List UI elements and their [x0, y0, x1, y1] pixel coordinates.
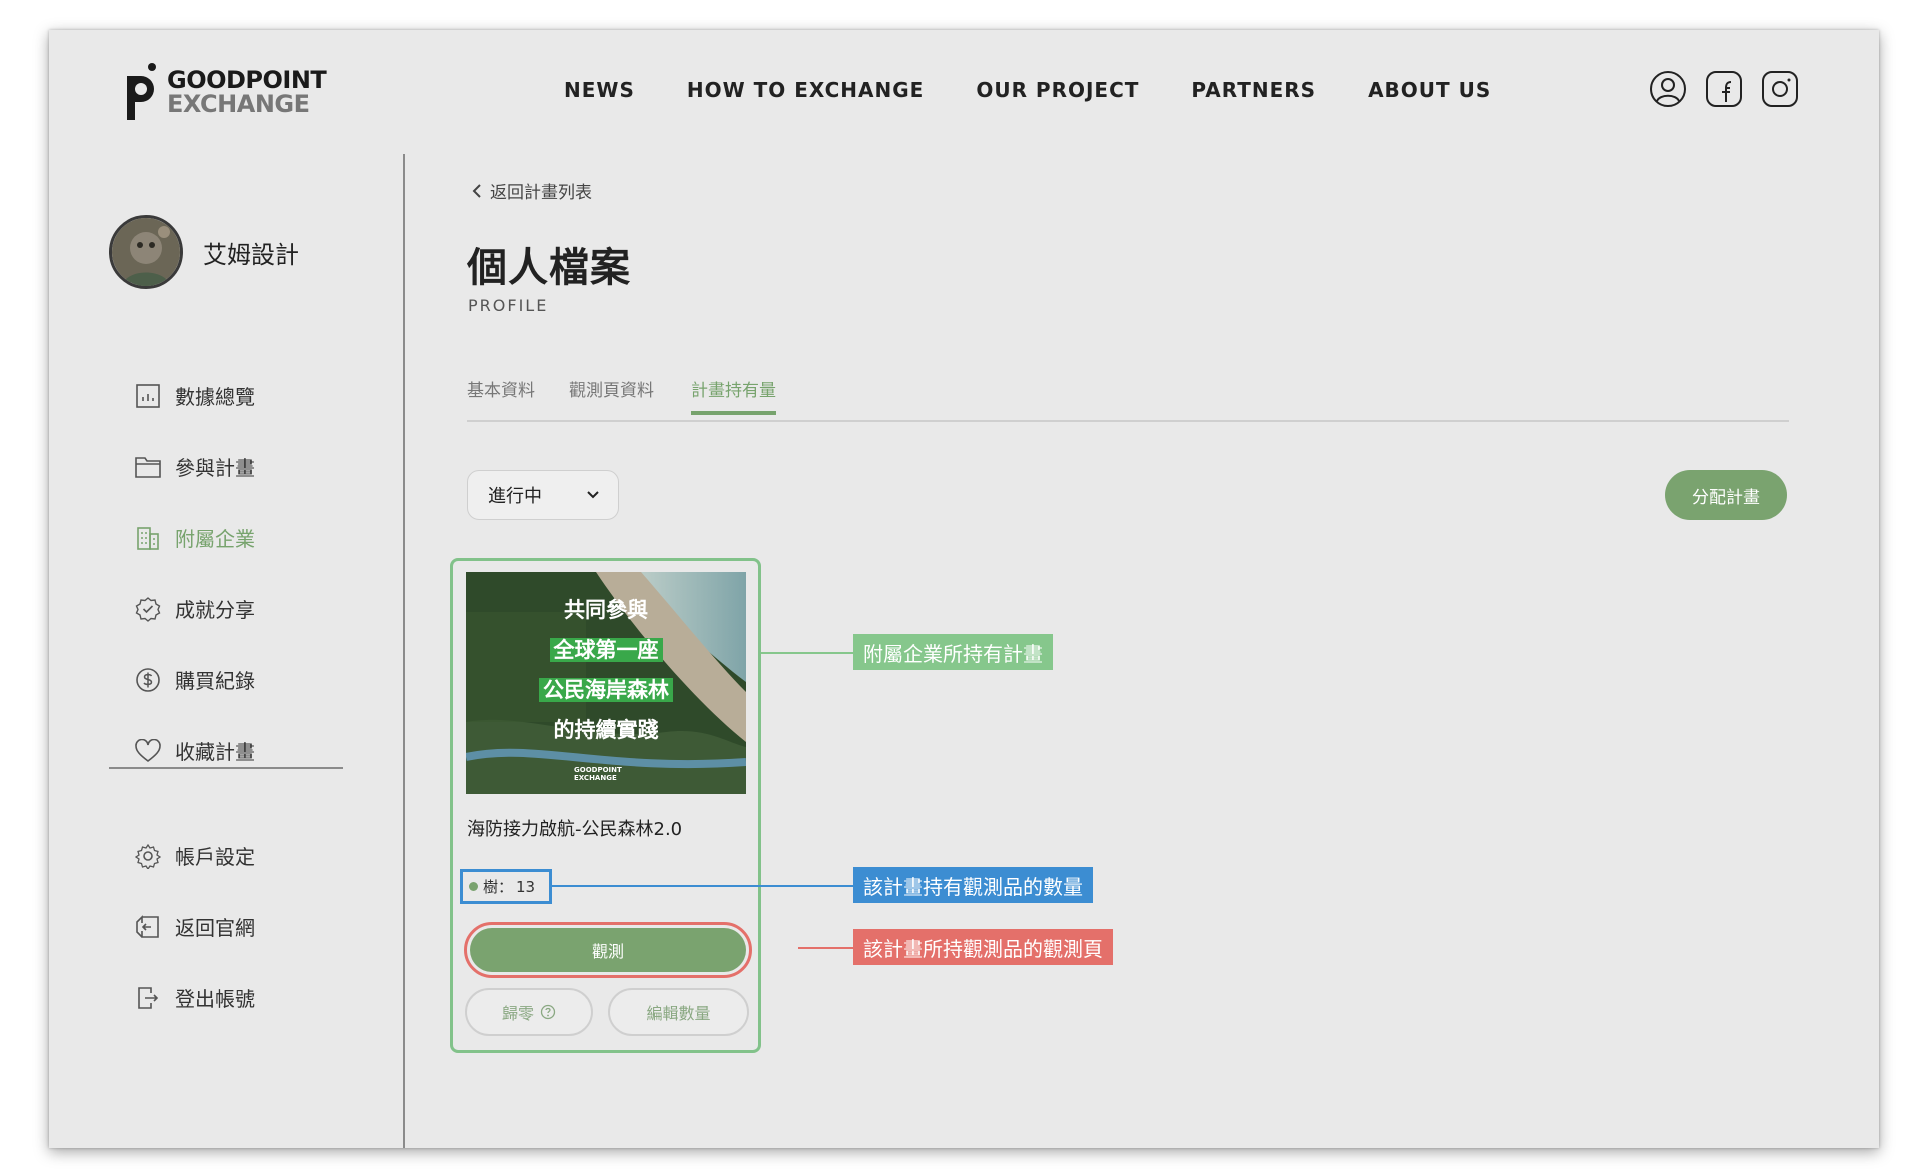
- sidebar-divider: [403, 154, 405, 1148]
- sidebar-item-back-to-site[interactable]: 返回官網: [133, 891, 255, 962]
- edit-quantity-button[interactable]: 編輯數量: [608, 988, 749, 1036]
- annotation-line-observe: [798, 947, 854, 949]
- heart-icon: [133, 736, 163, 766]
- sidebar-menu-secondary: 帳戶設定 返回官網 登出帳號: [133, 820, 255, 1033]
- image-line-3: 公民海岸森林: [539, 678, 673, 702]
- app-window: GOODPOINT EXCHANGE NEWS HOW TO EXCHANGE …: [49, 30, 1879, 1148]
- image-logo: GOODPOINT EXCHANGE: [574, 766, 622, 782]
- project-image[interactable]: 共同參與 全球第一座 公民海岸森林 的持續實踐 GOODPOINT EXCHAN…: [466, 572, 746, 794]
- nav-how-to-exchange[interactable]: HOW TO EXCHANGE: [687, 78, 924, 102]
- annotation-line-card: [761, 652, 854, 654]
- annotation-observe: 該計畫所持觀測品的觀測頁: [853, 929, 1113, 965]
- sidebar-item-overview[interactable]: 數據總覽: [133, 360, 255, 431]
- project-title: 海防接力啟航-公民森林2.0: [467, 819, 683, 840]
- nav-about-us[interactable]: ABOUT US: [1368, 78, 1491, 102]
- sidebar-item-label: 返回官網: [175, 916, 255, 940]
- header-icons: [1649, 70, 1799, 108]
- main-nav: NEWS HOW TO EXCHANGE OUR PROJECT PARTNER…: [564, 78, 1543, 102]
- home-return-icon: [133, 912, 163, 942]
- tab-project-holdings[interactable]: 計畫持有量: [691, 376, 776, 415]
- image-caption: 共同參與 全球第一座 公民海岸森林 的持續實踐: [466, 590, 746, 750]
- image-line-4: 的持續實踐: [553, 718, 659, 742]
- profile-block: 艾姆設計: [109, 215, 299, 289]
- back-to-projects-link[interactable]: 返回計畫列表: [472, 178, 592, 203]
- folder-icon: [133, 452, 163, 482]
- status-select[interactable]: 進行中: [467, 470, 619, 520]
- logout-icon: [133, 983, 163, 1013]
- observe-highlight: 觀測: [464, 922, 752, 978]
- sidebar-item-label: 帳戶設定: [175, 845, 255, 869]
- page-subtitle: PROFILE: [468, 296, 549, 315]
- nav-partners[interactable]: PARTNERS: [1191, 78, 1316, 102]
- reset-zero-button[interactable]: 歸零: [465, 988, 593, 1036]
- annotation-line-qty: [549, 885, 854, 887]
- building-icon: [133, 523, 163, 553]
- quantity-dot: [469, 882, 478, 891]
- annotation-card: 附屬企業所持有計畫: [853, 634, 1053, 670]
- brand-name: GOODPOINT EXCHANGE: [167, 66, 327, 118]
- status-select-value: 進行中: [488, 486, 542, 507]
- annotation-qty: 該計畫持有觀測品的數量: [853, 867, 1093, 903]
- instagram-icon[interactable]: [1761, 70, 1799, 108]
- logo[interactable]: GOODPOINT EXCHANGE: [123, 62, 327, 122]
- quantity-label: 樹：: [483, 878, 514, 896]
- sidebar-item-account-settings[interactable]: 帳戶設定: [133, 820, 255, 891]
- sidebar-item-label: 登出帳號: [175, 987, 255, 1011]
- sidebar-item-label: 成就分享: [175, 598, 255, 622]
- sidebar-item-achievements[interactable]: 成就分享: [133, 573, 255, 644]
- brand-line1: GOODPOINT: [167, 66, 327, 94]
- assign-project-button[interactable]: 分配計畫: [1665, 470, 1787, 520]
- sidebar-item-label: 收藏計畫: [175, 740, 255, 764]
- image-line-2-wrap: 全球第一座: [466, 630, 746, 670]
- sidebar-menu: 數據總覽 參與計畫 附屬企業 成就分享 購買紀錄 收藏計畫: [133, 360, 255, 786]
- chevron-down-icon: [587, 491, 599, 499]
- sidebar-item-purchases[interactable]: 購買紀錄: [133, 644, 255, 715]
- question-circle-icon: [540, 1004, 556, 1020]
- observation-quantity: 樹： 13: [460, 869, 552, 904]
- sidebar-item-label: 數據總覽: [175, 385, 255, 409]
- sidebar-item-favorites[interactable]: 收藏計畫: [133, 715, 255, 786]
- page-title: 個人檔案: [467, 245, 631, 291]
- profile-tabs: 基本資料 觀測頁資料 計畫持有量: [467, 376, 1789, 422]
- image-line-1: 共同參與: [564, 598, 648, 622]
- avatar[interactable]: [109, 215, 183, 289]
- badge-check-icon: [133, 594, 163, 624]
- gear-icon: [133, 841, 163, 871]
- image-line-3-wrap: 公民海岸森林: [466, 670, 746, 710]
- tab-observation-page[interactable]: 觀測頁資料: [569, 376, 654, 411]
- chevron-left-icon: [472, 183, 481, 198]
- brand-line2: EXCHANGE: [167, 90, 310, 118]
- project-card: 共同參與 全球第一座 公民海岸森林 的持續實踐 GOODPOINT EXCHAN…: [450, 558, 761, 1053]
- reset-zero-label: 歸零: [501, 1004, 534, 1023]
- sidebar-item-label: 參與計畫: [175, 456, 255, 480]
- nav-news[interactable]: NEWS: [564, 78, 635, 102]
- user-icon[interactable]: [1649, 70, 1687, 108]
- nav-our-project[interactable]: OUR PROJECT: [976, 78, 1139, 102]
- back-label: 返回計畫列表: [490, 183, 592, 203]
- sidebar-item-logout[interactable]: 登出帳號: [133, 962, 255, 1033]
- sidebar-item-projects[interactable]: 參與計畫: [133, 431, 255, 502]
- observe-button[interactable]: 觀測: [470, 928, 746, 972]
- image-line-2: 全球第一座: [549, 638, 663, 662]
- facebook-icon[interactable]: [1705, 70, 1743, 108]
- goodpoint-logo-icon: [123, 62, 161, 122]
- sidebar-separator: [109, 767, 343, 769]
- chart-icon: [133, 381, 163, 411]
- sidebar-item-label: 購買紀錄: [175, 669, 255, 693]
- dollar-icon: [133, 665, 163, 695]
- profile-name: 艾姆設計: [203, 240, 299, 269]
- tab-basic-info[interactable]: 基本資料: [467, 376, 535, 411]
- sidebar-item-affiliates[interactable]: 附屬企業: [133, 502, 255, 573]
- sidebar-item-label: 附屬企業: [175, 527, 255, 551]
- quantity-value: 13: [516, 877, 536, 896]
